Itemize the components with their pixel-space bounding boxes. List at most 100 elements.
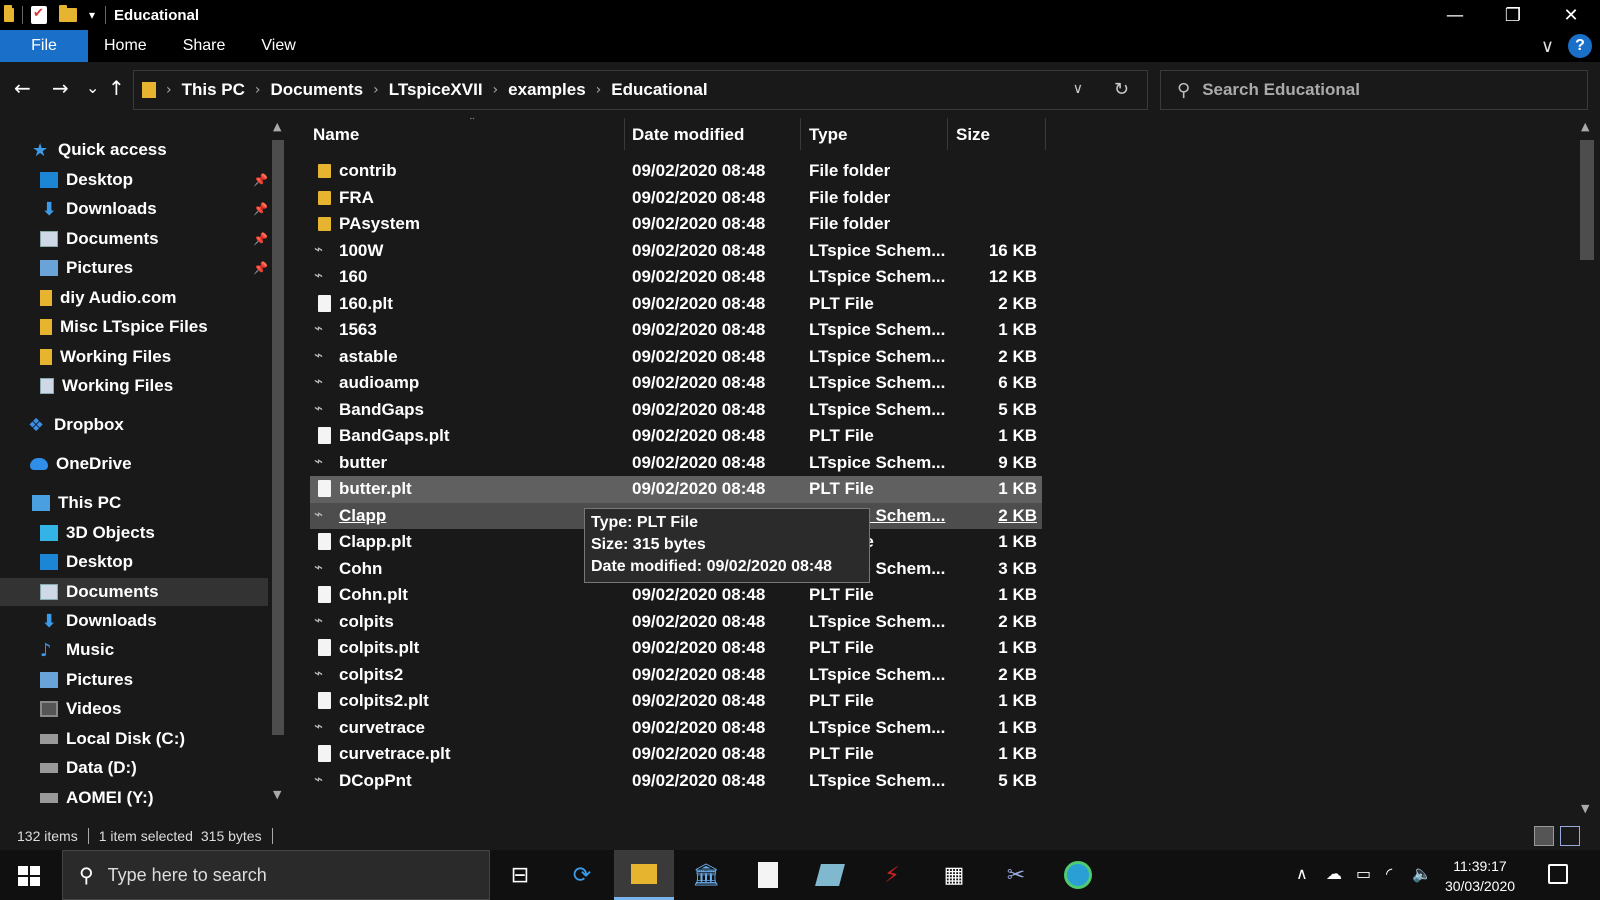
table-row[interactable]: ⌁ 100W 09/02/2020 08:48 LTspice Schem... 16 … bbox=[310, 238, 1042, 265]
scroll-down-icon[interactable]: ▼ bbox=[1581, 802, 1589, 815]
sidebar-item-desktop[interactable]: Desktop bbox=[40, 548, 268, 576]
table-row[interactable]: ⌁ curvetrace 09/02/2020 08:48 LTspice Schem… bbox=[310, 715, 1042, 742]
sidebar-item-3d-objects[interactable]: 3D Objects bbox=[40, 519, 268, 547]
tab-file[interactable]: File bbox=[0, 30, 88, 62]
scrollbar-thumb[interactable] bbox=[272, 140, 284, 735]
address-dropdown-icon[interactable]: ∨ bbox=[1073, 81, 1083, 97]
table-row[interactable]: ⌁ colpits2 09/02/2020 08:48 LTspice Schem..… bbox=[310, 662, 1042, 689]
column-header-size[interactable]: Size bbox=[956, 118, 990, 152]
close-button[interactable]: ✕ bbox=[1542, 0, 1600, 30]
properties-icon[interactable] bbox=[31, 5, 47, 24]
battery-icon[interactable]: ▭ bbox=[1356, 864, 1371, 883]
sidebar-item-videos[interactable]: Videos bbox=[40, 695, 268, 723]
taskbar-app-file-explorer[interactable] bbox=[614, 850, 674, 900]
tab-home[interactable]: Home bbox=[88, 30, 165, 62]
breadcrumb-ltspicexvii[interactable]: LTspiceXVII bbox=[389, 80, 483, 100]
table-row[interactable]: ⌁ 1563 09/02/2020 08:48 LTspice Schem... 1 K… bbox=[310, 317, 1042, 344]
breadcrumb-separator[interactable]: › bbox=[166, 82, 172, 98]
help-icon[interactable]: ? bbox=[1568, 34, 1592, 58]
table-row[interactable]: colpits.plt 09/02/2020 08:48 PLT File 1 KB bbox=[310, 635, 1042, 662]
taskbar-app-edge[interactable] bbox=[1048, 850, 1108, 900]
table-row[interactable]: curvetrace.plt 09/02/2020 08:48 PLT File 1 … bbox=[310, 741, 1042, 768]
sidebar-item-pictures-pinned[interactable]: Pictures 📌 bbox=[40, 254, 268, 282]
new-folder-icon[interactable] bbox=[59, 5, 77, 22]
sidebar-item-desktop-pinned[interactable]: Desktop 📌 bbox=[40, 166, 268, 194]
sidebar-item-diy-audio[interactable]: diy Audio.com bbox=[40, 284, 268, 312]
tab-view[interactable]: View bbox=[243, 30, 313, 62]
task-view-button[interactable]: ⊟ bbox=[490, 850, 550, 900]
table-row[interactable]: BandGaps.plt 09/02/2020 08:48 PLT File 1 KB bbox=[310, 423, 1042, 450]
forward-button[interactable]: → bbox=[52, 76, 69, 100]
breadcrumb-separator[interactable]: › bbox=[493, 82, 499, 98]
search-input[interactable] bbox=[1202, 80, 1563, 100]
clock[interactable]: 11:39:17 30/03/2020 bbox=[1440, 856, 1520, 896]
sidebar-item-local-disk-c[interactable]: Local Disk (C:) bbox=[40, 725, 268, 753]
sidebar-item-documents[interactable]: Documents bbox=[0, 578, 268, 606]
refresh-icon[interactable]: ↻ bbox=[1114, 79, 1129, 100]
table-row[interactable]: ⌁ DCopPnt 09/02/2020 08:48 LTspice Schem...… bbox=[310, 768, 1042, 795]
breadcrumb-separator[interactable]: › bbox=[373, 82, 379, 98]
sidebar-item-pictures[interactable]: Pictures bbox=[40, 666, 268, 694]
customize-qat-icon[interactable]: ▾ bbox=[89, 8, 95, 22]
table-row[interactable]: colpits2.plt 09/02/2020 08:48 PLT File 1 KB bbox=[310, 688, 1042, 715]
table-row[interactable]: ⌁ BandGaps 09/02/2020 08:48 LTspice Schem..… bbox=[310, 397, 1042, 424]
sidebar-item-misc-ltspice[interactable]: Misc LTspice Files bbox=[40, 313, 268, 341]
windows-start-icon[interactable] bbox=[18, 866, 40, 886]
sidebar-item-dropbox[interactable]: ❖ Dropbox bbox=[28, 411, 268, 439]
sidebar-item-downloads-pinned[interactable]: ⬇ Downloads 📌 bbox=[40, 195, 268, 223]
taskbar-app-calculator[interactable]: ▦ bbox=[924, 850, 984, 900]
table-row[interactable]: ⌁ butter 09/02/2020 08:48 LTspice Schem... 9… bbox=[310, 450, 1042, 477]
sidebar-item-music[interactable]: ♪ Music bbox=[40, 636, 268, 664]
search-box[interactable]: ⚲ bbox=[1160, 70, 1588, 110]
tab-share[interactable]: Share bbox=[165, 30, 244, 62]
table-row[interactable]: Cohn.plt 09/02/2020 08:48 PLT File 1 KB bbox=[310, 582, 1042, 609]
table-row[interactable]: contrib 09/02/2020 08:48 File folder bbox=[310, 158, 1042, 185]
notifications-icon[interactable] bbox=[1548, 864, 1568, 884]
sidebar-item-documents-pinned[interactable]: Documents 📌 bbox=[40, 225, 268, 253]
breadcrumb-separator[interactable]: › bbox=[255, 82, 261, 98]
column-header-date[interactable]: Date modified bbox=[632, 118, 744, 152]
scrollbar-thumb[interactable] bbox=[1580, 140, 1594, 260]
column-divider[interactable] bbox=[800, 118, 801, 150]
breadcrumb-documents[interactable]: Documents bbox=[271, 80, 364, 100]
sidebar-item-working-files-network[interactable]: Working Files bbox=[40, 372, 268, 400]
file-list-scrollbar[interactable]: ▲ ▼ bbox=[1576, 118, 1598, 818]
sidebar-item-downloads[interactable]: ⬇ Downloads bbox=[40, 607, 268, 635]
navigation-scrollbar[interactable]: ▲ ▼ bbox=[272, 118, 286, 808]
breadcrumb-this-pc[interactable]: This PC bbox=[182, 80, 245, 100]
column-header-name[interactable]: Name bbox=[313, 118, 359, 152]
volume-icon[interactable]: 🔈 bbox=[1412, 864, 1432, 883]
table-row[interactable]: ⌁ audioamp 09/02/2020 08:48 LTspice Schem..… bbox=[310, 370, 1042, 397]
sidebar-item-onedrive[interactable]: OneDrive bbox=[30, 450, 270, 478]
table-row[interactable]: butter.plt 09/02/2020 08:48 PLT File 1 KB bbox=[310, 476, 1042, 503]
taskbar-search-box[interactable]: ⚲ bbox=[62, 850, 490, 900]
scroll-up-icon[interactable]: ▲ bbox=[1581, 120, 1589, 133]
details-view-icon[interactable] bbox=[1534, 826, 1554, 846]
table-row[interactable]: ⌁ 160 09/02/2020 08:48 LTspice Schem... 12 K… bbox=[310, 264, 1042, 291]
column-divider[interactable] bbox=[947, 118, 948, 150]
breadcrumb-examples[interactable]: examples bbox=[508, 80, 586, 100]
recent-locations-button[interactable]: ⌄ bbox=[86, 78, 99, 97]
address-bar[interactable]: › This PC › Documents › LTspiceXVII › ex… bbox=[133, 70, 1148, 110]
scroll-up-icon[interactable]: ▲ bbox=[273, 120, 281, 133]
table-row[interactable]: FRA 09/02/2020 08:48 File folder bbox=[310, 185, 1042, 212]
sidebar-item-quick-access[interactable]: ★ Quick access bbox=[32, 136, 272, 164]
wifi-icon[interactable]: ◜ bbox=[1386, 864, 1392, 883]
taskbar-app-sync[interactable]: ⟳ bbox=[552, 850, 612, 900]
sidebar-item-this-pc[interactable]: This PC bbox=[32, 489, 272, 517]
taskbar-app-ltspice[interactable]: ⚡ bbox=[862, 850, 922, 900]
breadcrumb-educational[interactable]: Educational bbox=[611, 80, 707, 100]
taskbar-app-snipping[interactable]: ✂ bbox=[986, 850, 1046, 900]
column-divider[interactable] bbox=[624, 118, 625, 150]
sidebar-item-aomei-y[interactable]: AOMEI (Y:) bbox=[40, 784, 268, 812]
scroll-down-icon[interactable]: ▼ bbox=[273, 788, 281, 801]
table-row[interactable]: 160.plt 09/02/2020 08:48 PLT File 2 KB bbox=[310, 291, 1042, 318]
taskbar-search-input[interactable] bbox=[107, 864, 438, 886]
taskbar-app-notepad[interactable] bbox=[738, 850, 798, 900]
onedrive-tray-icon[interactable]: ☁ bbox=[1326, 864, 1342, 883]
minimize-button[interactable]: — bbox=[1426, 0, 1484, 30]
back-button[interactable]: ← bbox=[14, 76, 31, 100]
column-divider[interactable] bbox=[1045, 118, 1046, 150]
up-button[interactable]: ↑ bbox=[108, 76, 125, 100]
table-row[interactable]: PAsystem 09/02/2020 08:48 File folder bbox=[310, 211, 1042, 238]
